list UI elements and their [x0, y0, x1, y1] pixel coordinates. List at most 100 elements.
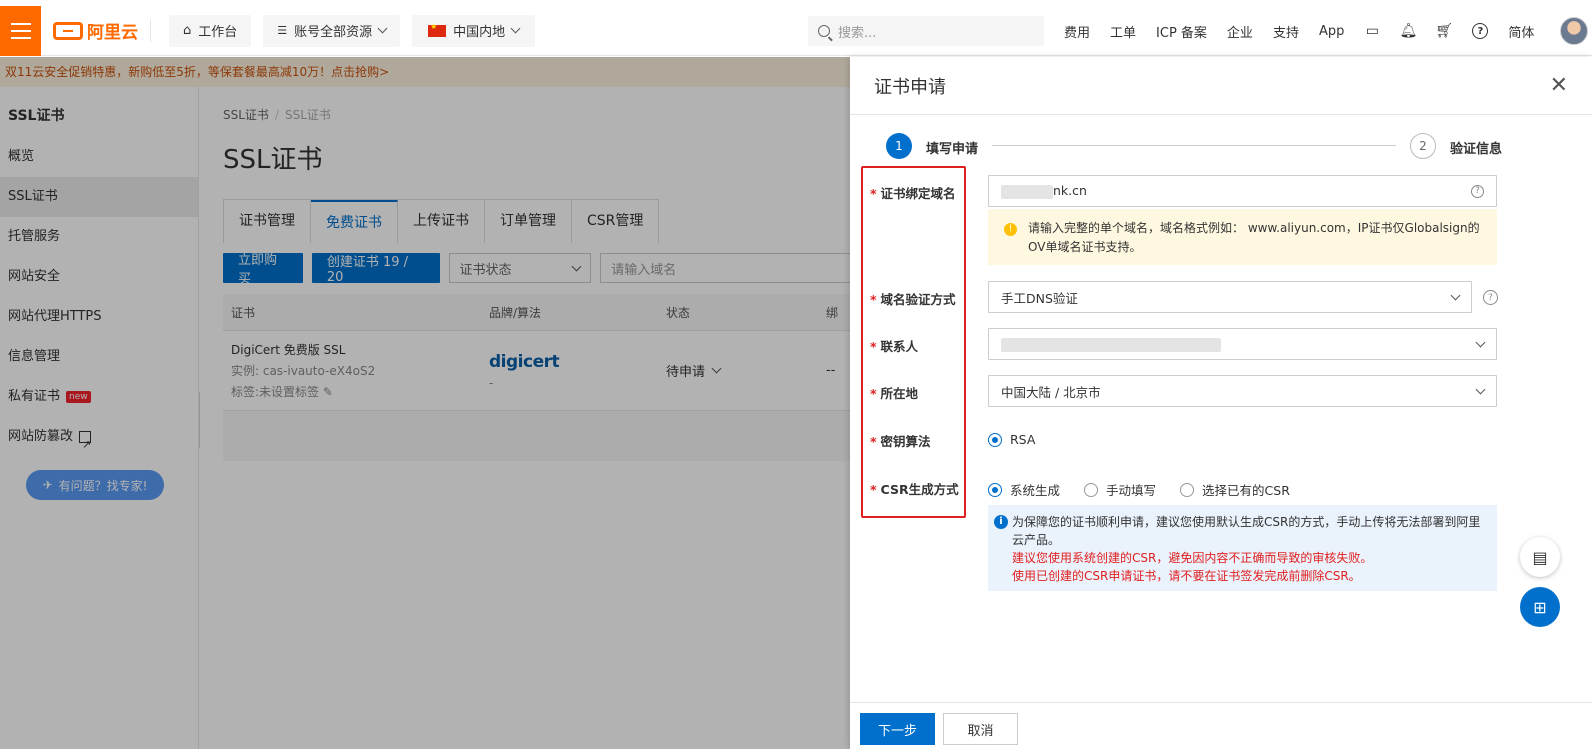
- radio-csr-manual[interactable]: 手动填写: [1084, 480, 1156, 499]
- search-icon: [818, 25, 830, 37]
- redacted-text: [1001, 337, 1221, 352]
- domain-hint: ! 请输入完整的单个域名，域名格式例如： www.aliyun.com，IP证书…: [988, 209, 1497, 265]
- verify-label-text: 域名验证方式: [880, 292, 956, 307]
- location-label-text: 所在地: [880, 386, 919, 401]
- global-search[interactable]: 搜索...: [808, 16, 1044, 46]
- account-resources-dropdown[interactable]: ☰ 账号全部资源: [263, 14, 401, 47]
- drawer-footer: 下一步 取消: [850, 702, 1592, 749]
- bell-icon[interactable]: 🔔︎: [1399, 23, 1417, 39]
- verify-method-value: 手工DNS验证: [1001, 290, 1078, 306]
- link-tickets[interactable]: 工单: [1110, 22, 1136, 41]
- cart-icon[interactable]: 🛒︎: [1435, 23, 1453, 39]
- help-circle-icon[interactable]: ?: [1472, 23, 1489, 39]
- radio-indicator: [988, 432, 1002, 447]
- required-mark: *: [870, 186, 877, 201]
- step-1-circle: 1: [886, 133, 912, 159]
- home-icon: ⌂: [183, 23, 192, 38]
- required-mark: *: [870, 386, 877, 401]
- close-icon[interactable]: ✕: [1550, 74, 1568, 97]
- csr-label-text: CSR生成方式: [880, 482, 959, 497]
- redacted-text: [1001, 184, 1053, 199]
- csr-radio-group: 系统生成 手动填写 选择已有的CSR: [988, 480, 1314, 499]
- radio-label: 选择已有的CSR: [1202, 483, 1290, 498]
- radio-indicator: [1084, 482, 1099, 497]
- terminal-icon[interactable]: ▭: [1364, 23, 1380, 39]
- account-resources-label: 账号全部资源: [294, 25, 373, 40]
- warning-icon: !: [1004, 223, 1017, 236]
- step-2-circle: 2: [1410, 133, 1436, 159]
- modal-overlay[interactable]: [0, 57, 850, 749]
- language-switch[interactable]: 简体: [1508, 22, 1534, 41]
- algorithm-label: * 密钥算法: [870, 431, 931, 450]
- verify-method-select[interactable]: 手工DNS验证: [988, 281, 1472, 313]
- apps-grid-icon[interactable]: ⊞: [1520, 587, 1560, 627]
- radio-indicator: [1180, 482, 1195, 497]
- domain-value: nk.cn: [1001, 183, 1087, 199]
- server-icon: ☰: [277, 24, 288, 37]
- contact-label: * 联系人: [870, 336, 918, 355]
- help-icon[interactable]: ?: [1471, 184, 1484, 198]
- next-step-button[interactable]: 下一步: [860, 713, 935, 745]
- chevron-down-icon: [510, 23, 521, 34]
- radio-label: 手动填写: [1106, 483, 1157, 498]
- chevron-down-icon: [1475, 384, 1486, 394]
- radio-rsa[interactable]: RSA: [988, 432, 1035, 447]
- region-dropdown[interactable]: 中国内地: [412, 14, 536, 47]
- radio-csr-existing[interactable]: 选择已有的CSR: [1180, 480, 1290, 499]
- info-warning-text: 使用已创建的CSR申请证书，请不要在证书签发完成前删除CSR。: [1012, 569, 1361, 583]
- algorithm-radio-group: RSA: [988, 432, 1059, 447]
- chat-icon[interactable]: ▤: [1520, 537, 1560, 577]
- link-app[interactable]: App: [1319, 24, 1344, 39]
- top-navigation-bar: 阿里云 ⌂ 工作台 ☰ 账号全部资源 中国内地 搜索... 费用 工单 ICP …: [0, 5, 1592, 56]
- china-flag-icon: [428, 22, 447, 37]
- location-select[interactable]: 中国大陆 / 北京市: [988, 375, 1497, 407]
- cancel-button[interactable]: 取消: [943, 713, 1018, 745]
- location-value: 中国大陆 / 北京市: [1001, 384, 1101, 400]
- link-fees[interactable]: 费用: [1064, 22, 1090, 41]
- aliyun-logo-mark: [53, 21, 83, 40]
- search-placeholder: 搜索...: [838, 25, 877, 41]
- contact-label-text: 联系人: [880, 339, 919, 354]
- step-connector: [992, 145, 1396, 146]
- radio-indicator: [988, 482, 1002, 497]
- step-1-label: 填写申请: [926, 142, 979, 157]
- info-warning-text: 建议您使用系统创建的CSR，避免因内容不正确而导致的审核失败。: [1012, 551, 1373, 565]
- contact-value: [1001, 336, 1221, 352]
- required-mark: *: [870, 434, 877, 449]
- logo-text: 阿里云: [87, 23, 138, 43]
- help-icon[interactable]: ?: [1483, 290, 1498, 305]
- link-support[interactable]: 支持: [1273, 22, 1299, 41]
- domain-input[interactable]: nk.cn ?: [988, 175, 1497, 207]
- chevron-down-icon: [1450, 290, 1461, 300]
- divider: [150, 19, 151, 42]
- radio-label: 系统生成: [1010, 483, 1061, 498]
- drawer-title: 证书申请: [874, 76, 946, 98]
- steps-indicator: 1 填写申请 2 验证信息: [886, 133, 1506, 159]
- info-icon: i: [994, 515, 1008, 529]
- radio-csr-system[interactable]: 系统生成: [988, 480, 1060, 499]
- location-label: * 所在地: [870, 383, 918, 402]
- required-mark: *: [870, 339, 877, 354]
- link-enterprise[interactable]: 企业: [1227, 22, 1253, 41]
- drawer-header: 证书申请 ✕: [850, 57, 1592, 115]
- step-2-label: 验证信息: [1450, 142, 1503, 157]
- link-icp[interactable]: ICP 备案: [1156, 22, 1207, 41]
- chevron-down-icon: [1475, 337, 1486, 347]
- domain-label: * 证书绑定域名: [870, 183, 956, 202]
- region-label: 中国内地: [453, 25, 506, 40]
- required-mark: *: [870, 292, 877, 307]
- workbench-button[interactable]: ⌂ 工作台: [169, 14, 252, 47]
- domain-hint-text: 请输入完整的单个域名，域名格式例如： www.aliyun.com，IP证书仅G…: [1028, 221, 1480, 254]
- top-links: 费用 工单 ICP 备案 企业 支持 App ▭ 🔔︎ 🛒︎ ? 简体: [1064, 6, 1589, 56]
- chevron-down-icon: [377, 23, 388, 34]
- verify-label: * 域名验证方式: [870, 289, 956, 308]
- info-text: 为保障您的证书顺利申请，建议您使用默认生成CSR的方式，手动上传将无法部署到阿里…: [1012, 515, 1481, 547]
- radio-label: RSA: [1010, 432, 1036, 447]
- avatar[interactable]: [1560, 17, 1589, 45]
- domain-value-text: nk.cn: [1053, 183, 1087, 199]
- aliyun-logo[interactable]: 阿里云: [53, 18, 138, 43]
- cert-apply-drawer: 证书申请 ✕ 1 填写申请 2 验证信息 * 证书绑定域名 nk.cn ? ! 请…: [850, 57, 1592, 749]
- csr-info-box: i 为保障您的证书顺利申请，建议您使用默认生成CSR的方式，手动上传将无法部署到…: [988, 505, 1497, 591]
- contact-select[interactable]: [988, 328, 1497, 360]
- menu-icon[interactable]: [0, 5, 41, 56]
